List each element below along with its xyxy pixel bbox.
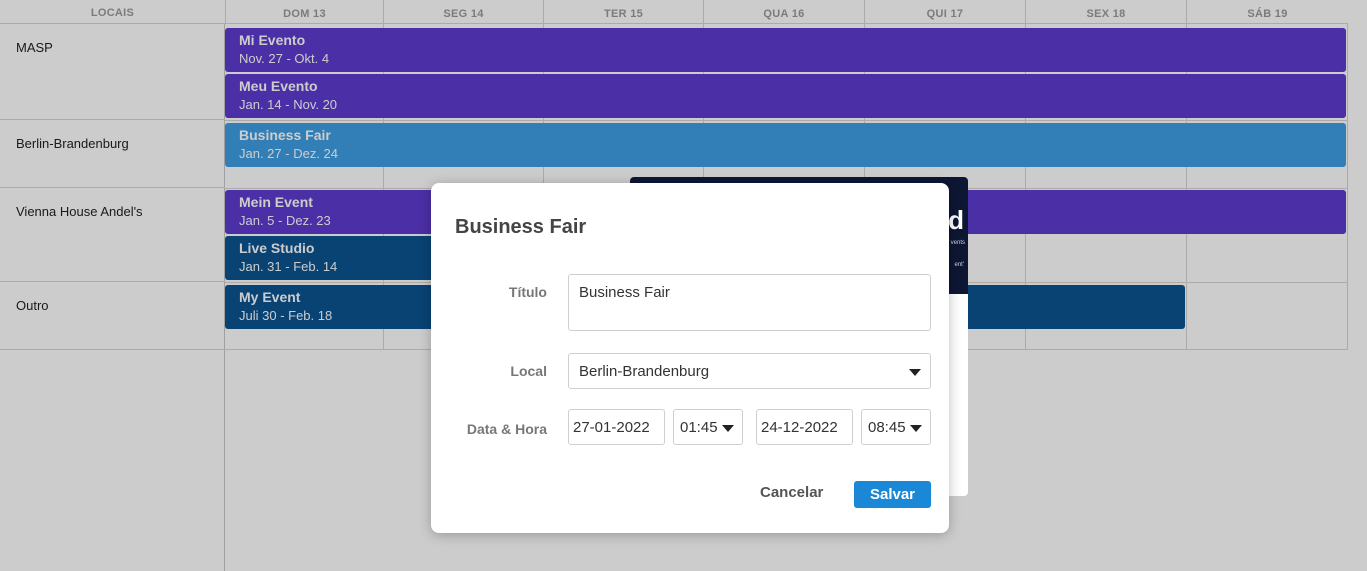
- local-select[interactable]: Berlin-Brandenburg: [568, 353, 931, 389]
- local-label: Local: [510, 363, 547, 379]
- edit-event-dialog: Business Fair Título Business Fair Local…: [431, 183, 949, 533]
- chevron-down-icon: [909, 369, 921, 376]
- end-time-value: 08:45: [868, 419, 906, 436]
- chevron-down-icon: [722, 425, 734, 432]
- chevron-down-icon: [910, 425, 922, 432]
- start-date-value: 27-01-2022: [573, 419, 650, 436]
- cancel-button[interactable]: Cancelar: [760, 484, 823, 501]
- title-label: Título: [508, 284, 547, 300]
- datetime-label: Data & Hora: [466, 421, 547, 437]
- start-date-input[interactable]: 27-01-2022: [568, 409, 665, 445]
- end-time-select[interactable]: 08:45: [861, 409, 931, 445]
- banner-text: d: [948, 205, 964, 235]
- save-button[interactable]: Salvar: [854, 481, 931, 508]
- title-input-value: Business Fair: [579, 284, 670, 301]
- title-input[interactable]: Business Fair: [568, 274, 931, 331]
- local-select-value: Berlin-Brandenburg: [579, 363, 710, 380]
- start-time-value: 01:45: [680, 419, 718, 436]
- start-time-select[interactable]: 01:45: [673, 409, 743, 445]
- end-date-input[interactable]: 24-12-2022: [756, 409, 853, 445]
- dialog-title: Business Fair: [455, 216, 587, 238]
- banner-text: ent': [954, 262, 965, 268]
- end-date-value: 24-12-2022: [761, 419, 838, 436]
- banner-text: vents: [950, 240, 965, 246]
